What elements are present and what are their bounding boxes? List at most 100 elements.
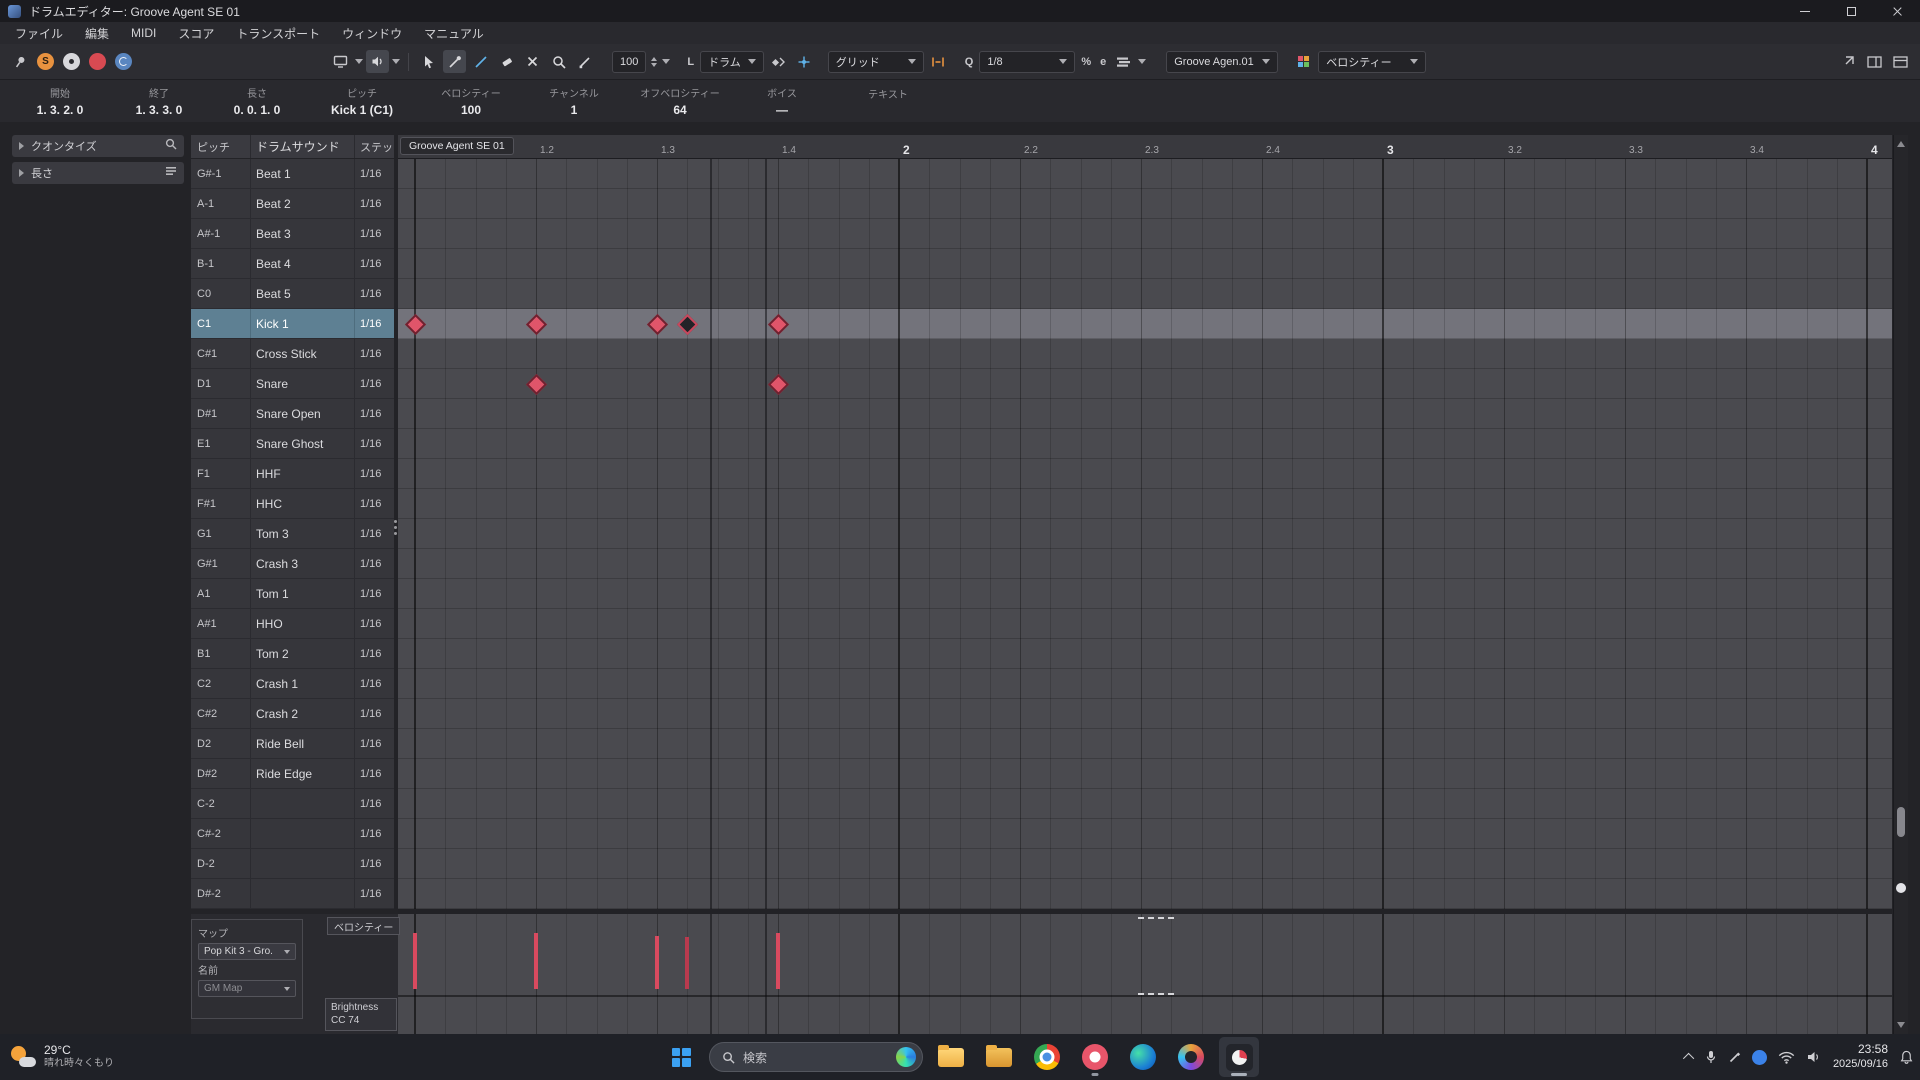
infoline-field-0[interactable]: 開始 1. 3. 2. 0 (10, 85, 110, 117)
timeline-ruler[interactable]: Groove Agent SE 01 1.2 1.3 1.4 2 2.2 2.3 2.4 3 3… (398, 135, 1892, 159)
acoustic-feedback-icon[interactable] (366, 50, 389, 73)
grid-row-C2[interactable] (398, 669, 1892, 699)
expand-triangle-icon[interactable] (19, 142, 24, 150)
scroll-up-arrow[interactable] (1897, 141, 1905, 147)
grid-row-G#-1[interactable] (398, 159, 1892, 189)
drum-row-D2[interactable]: D2 Ride Bell 1/16 (191, 729, 394, 759)
grid-row-B1[interactable] (398, 639, 1892, 669)
file-explorer-icon[interactable] (931, 1037, 971, 1077)
grid-row-D#-2[interactable] (398, 879, 1892, 909)
velocity-bar[interactable] (776, 933, 780, 989)
menu-item-midi[interactable]: MIDI (120, 26, 167, 40)
menu-item-score[interactable]: スコア (167, 25, 225, 42)
edited-part-select[interactable]: Groove Agen.01 (1166, 50, 1279, 73)
column-header-2[interactable]: ステップ (355, 135, 394, 158)
search-icon[interactable] (165, 137, 177, 155)
pin-icon[interactable] (8, 50, 31, 73)
drum-row-D#1[interactable]: D#1 Snare Open 1/16 (191, 399, 394, 429)
grid-row-C1[interactable] (398, 309, 1892, 339)
zoom-knob[interactable] (1896, 883, 1906, 893)
close-button[interactable] (1874, 0, 1920, 22)
auto-scroll-button[interactable] (63, 53, 80, 70)
browser-app-icon[interactable] (1171, 1037, 1211, 1077)
grid-type-select[interactable]: グリッド (827, 50, 924, 73)
grid-row-D1[interactable] (398, 369, 1892, 399)
drum-row-C2[interactable]: C2 Crash 1 1/16 (191, 669, 394, 699)
drum-row-C#1[interactable]: C#1 Cross Stick 1/16 (191, 339, 394, 369)
weather-widget[interactable]: 29°C 晴れ時々くもり (10, 1044, 114, 1070)
grid-row-F#1[interactable] (398, 489, 1892, 519)
grid-row-A1[interactable] (398, 579, 1892, 609)
map-name-select[interactable]: GM Map (198, 980, 296, 997)
mute-tool[interactable] (521, 50, 544, 73)
velocity-lane[interactable] (398, 914, 1892, 1034)
grid-row-G#1[interactable] (398, 549, 1892, 579)
window-zones-icon[interactable] (1863, 50, 1886, 73)
scrollbar-thumb[interactable] (1897, 807, 1905, 837)
pen-icon[interactable] (1728, 1051, 1741, 1064)
column-header-1[interactable]: ドラムサウンド (251, 135, 355, 158)
volume-icon[interactable] (1806, 1050, 1822, 1064)
vertical-scrollbar[interactable] (1893, 135, 1908, 1034)
infoline-field-4[interactable]: ベロシティー 100 (418, 85, 524, 117)
drum-row-D#2[interactable]: D#2 Ride Edge 1/16 (191, 759, 394, 789)
menu-item-window[interactable]: ウィンドウ (331, 25, 413, 42)
drum-row-C1[interactable]: C1 Kick 1 1/16 (191, 309, 394, 339)
expand-triangle-icon[interactable] (19, 169, 24, 177)
infoline-field-8[interactable]: テキスト (828, 86, 948, 116)
setup-window-layout-icon[interactable] (1889, 50, 1912, 73)
drum-row-D1[interactable]: D1 Snare 1/16 (191, 369, 394, 399)
line-tool[interactable] (469, 50, 492, 73)
chrome-icon[interactable] (1027, 1037, 1067, 1077)
grid-row-C-2[interactable] (398, 789, 1892, 819)
drum-map-select[interactable]: Pop Kit 3 - Gro. (198, 943, 296, 960)
drum-row-A-1[interactable]: A-1 Beat 2 1/16 (191, 189, 394, 219)
drum-row-A1[interactable]: A1 Tom 1 1/16 (191, 579, 394, 609)
drum-row-A#-1[interactable]: A#-1 Beat 3 1/16 (191, 219, 394, 249)
grid-row-E1[interactable] (398, 429, 1892, 459)
drum-row-F#1[interactable]: F#1 HHC 1/16 (191, 489, 394, 519)
insert-velocity-select[interactable]: 100 (612, 50, 647, 73)
velocity-bar[interactable] (534, 933, 538, 989)
draw-tool[interactable] (573, 50, 596, 73)
menu-item-manual[interactable]: マニュアル (413, 25, 495, 42)
edge-icon[interactable] (1123, 1037, 1163, 1077)
chevron-down-icon[interactable] (392, 59, 400, 64)
length-quantize-select[interactable]: ドラム (700, 50, 764, 73)
grid-row-G1[interactable] (398, 519, 1892, 549)
menu-item-file[interactable]: ファイル (4, 25, 74, 42)
lane-divider[interactable] (398, 909, 1892, 914)
drum-row-C0[interactable]: C0 Beat 5 1/16 (191, 279, 394, 309)
list-icon[interactable] (165, 164, 177, 182)
menu-item-transport[interactable]: トランスポート (225, 25, 331, 42)
wifi-icon[interactable] (1778, 1051, 1795, 1064)
zoom-tool[interactable] (547, 50, 570, 73)
cycle-button[interactable] (115, 53, 132, 70)
taskbar-clock[interactable]: 23:58 2025/09/16 (1833, 1042, 1888, 1072)
cubase-taskbar-icon[interactable] (1219, 1037, 1259, 1077)
infoline-field-7[interactable]: ボイス — (736, 85, 828, 117)
infoline-field-3[interactable]: ピッチ Kick 1 (C1) (306, 85, 418, 117)
taskbar-search[interactable]: 検索 (709, 1042, 923, 1072)
drum-row-C#2[interactable]: C#2 Crash 2 1/16 (191, 699, 394, 729)
maximize-button[interactable] (1828, 0, 1874, 22)
grid-row-D-2[interactable] (398, 849, 1892, 879)
minimize-button[interactable] (1782, 0, 1828, 22)
drum-row-G1[interactable]: G1 Tom 3 1/16 (191, 519, 394, 549)
velocity-stepper[interactable] (651, 56, 658, 67)
tray-chevron-up-icon[interactable] (1682, 1052, 1695, 1065)
teams-icon[interactable] (1751, 1049, 1767, 1065)
drum-row-D#-2[interactable]: D#-2 1/16 (191, 879, 394, 909)
grid-row-D#1[interactable] (398, 399, 1892, 429)
drum-row-E1[interactable]: E1 Snare Ghost 1/16 (191, 429, 394, 459)
grid-row-B-1[interactable] (398, 249, 1892, 279)
object-selection-tool[interactable] (417, 50, 440, 73)
velocity-bar[interactable] (655, 936, 659, 989)
drumstick-tool[interactable] (443, 50, 466, 73)
editor-display-icon[interactable] (329, 50, 352, 73)
drum-row-F1[interactable]: F1 HHF 1/16 (191, 459, 394, 489)
grid-rows[interactable] (398, 159, 1892, 909)
note-grid[interactable]: Groove Agent SE 01 1.2 1.3 1.4 2 2.2 2.3 2.4 3 3… (398, 135, 1892, 1034)
drum-row-B1[interactable]: B1 Tom 2 1/16 (191, 639, 394, 669)
infoline-field-1[interactable]: 終了 1. 3. 3. 0 (110, 85, 208, 117)
